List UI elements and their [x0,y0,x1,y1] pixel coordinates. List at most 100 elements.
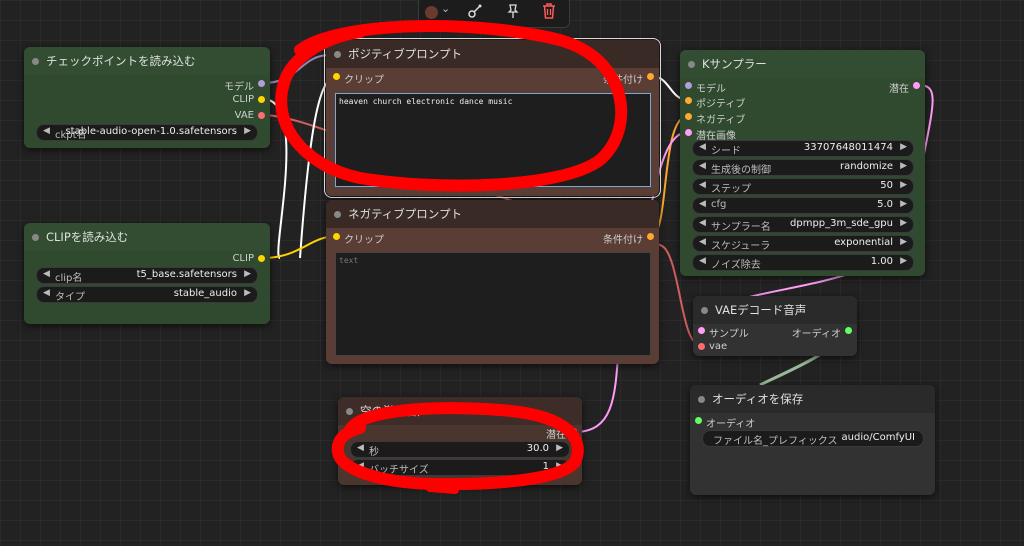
arrow-left-icon[interactable]: ◀ [699,161,706,171]
collapse-dot-icon[interactable] [346,408,353,415]
arrow-left-icon[interactable]: ◀ [43,126,50,136]
pin-icon[interactable] [505,3,521,19]
input-socket-clip[interactable] [333,73,340,80]
widget-label: バッチサイズ [369,465,429,476]
input-label-clip: クリップ [344,75,384,86]
arrow-left-icon[interactable]: ◀ [699,218,706,228]
clip-type-combo[interactable]: ◀ タイプ stable_audio ▶ [36,286,258,303]
arrow-left-icon[interactable]: ◀ [699,199,706,209]
node-title: ポジティブプロンプト [348,47,462,61]
prompt-text-area[interactable]: heaven church electronic dance music [335,93,651,187]
control-after-generate-widget[interactable]: ◀ 生成後の制御 randomize ▶ [692,159,914,176]
seconds-widget[interactable]: ◀ 秒 30.0 ▶ [350,441,570,458]
input-socket-vae[interactable] [698,343,705,350]
node-title-bar[interactable]: チェックポイントを読み込む [24,47,270,75]
output-socket-conditioning[interactable] [647,233,654,240]
sampler-name-widget[interactable]: ◀ サンプラー名 dpmpp_3m_sde_gpu ▶ [692,216,914,233]
steps-widget[interactable]: ◀ ステップ 50 ▶ [692,178,914,195]
node-title-bar[interactable]: CLIPを読み込む [24,223,270,251]
seed-widget[interactable]: ◀ シード 33707648011474 ▶ [692,140,914,157]
arrow-right-icon[interactable]: ▶ [556,461,563,471]
arrow-right-icon[interactable]: ▶ [900,180,907,190]
node-title-bar[interactable]: ネガティブプロンプト [326,200,659,228]
arrow-left-icon[interactable]: ◀ [699,256,706,266]
arrow-left-icon[interactable]: ◀ [699,237,706,247]
arrow-right-icon[interactable]: ▶ [556,443,563,453]
vae-decode-audio-node[interactable]: VAEデコード音声 サンプル vae オーディオ [693,296,857,356]
arrow-left-icon[interactable]: ◀ [699,142,706,152]
arrow-right-icon[interactable]: ▶ [900,142,907,152]
arrow-left-icon[interactable]: ◀ [357,443,364,453]
widget-label: ノイズ除去 [711,260,761,271]
input-socket-latent[interactable] [685,129,692,136]
input-socket-clip[interactable] [333,233,340,240]
node-title-bar[interactable]: ポジティブプロンプト [326,40,659,68]
arrow-left-icon[interactable]: ◀ [699,180,706,190]
input-label-negative: ネガティブ [696,115,746,126]
arrow-right-icon[interactable]: ▶ [900,161,907,171]
input-socket-audio[interactable] [695,417,702,424]
output-socket-conditioning[interactable] [647,73,654,80]
arrow-right-icon[interactable]: ▶ [900,256,907,266]
checkpoint-loader-node[interactable]: チェックポイントを読み込む モデル CLIP VAE ◀ ckpt名 stabl… [24,47,270,148]
widget-label: シード [711,146,741,157]
collapse-dot-icon[interactable] [32,58,39,65]
arrow-left-icon[interactable]: ◀ [357,461,364,471]
denoise-widget[interactable]: ◀ ノイズ除去 1.00 ▶ [692,254,914,271]
widget-label: サンプラー名 [711,222,771,233]
collapse-dot-icon[interactable] [701,307,708,314]
output-socket-vae[interactable] [258,112,265,119]
save-audio-node[interactable]: オーディオを保存 オーディオ ファイル名_プレフィックス audio/Comfy… [690,385,935,495]
prompt-text-area[interactable]: text [335,252,651,356]
input-socket-negative[interactable] [685,113,692,120]
ksampler-node[interactable]: Kサンプラー モデル ポジティブ ネガティブ 潜在画像 潜在 ◀ シード 33707… [680,50,925,276]
output-socket-clip[interactable] [258,255,265,262]
batch-size-widget[interactable]: ◀ バッチサイズ 1 ▶ [350,459,570,476]
color-picker-button[interactable]: ⌄ [425,2,455,21]
node-title-bar[interactable]: VAEデコード音声 [693,296,857,324]
node-title-bar[interactable]: オーディオを保存 [690,385,935,413]
collapse-dot-icon[interactable] [32,234,39,241]
arrow-right-icon[interactable]: ▶ [900,218,907,228]
negative-prompt-node[interactable]: ネガティブプロンプト クリップ 条件付け text [326,200,659,364]
positive-prompt-node[interactable]: ポジティブプロンプト クリップ 条件付け heaven church elect… [324,38,661,198]
scheduler-widget[interactable]: ◀ スケジューラ exponential ▶ [692,235,914,252]
output-socket-latent[interactable] [570,428,577,435]
bypass-icon[interactable] [467,3,483,19]
collapse-dot-icon[interactable] [334,211,341,218]
clip-name-combo[interactable]: ◀ clip名 t5_base.safetensors ▶ [36,267,258,284]
input-label-model: モデル [696,84,726,95]
arrow-left-icon[interactable]: ◀ [43,269,50,279]
arrow-right-icon[interactable]: ▶ [244,126,251,136]
arrow-right-icon[interactable]: ▶ [244,288,251,298]
input-socket-positive[interactable] [685,97,692,104]
output-socket-latent[interactable] [913,82,920,89]
input-label-clip: クリップ [344,235,384,246]
clip-loader-node[interactable]: CLIPを読み込む CLIP ◀ clip名 t5_base.safetenso… [24,223,270,324]
arrow-right-icon[interactable]: ▶ [244,269,251,279]
collapse-dot-icon[interactable] [688,61,695,68]
cfg-widget[interactable]: ◀ cfg 5.0 ▶ [692,197,914,214]
collapse-dot-icon[interactable] [334,51,341,58]
input-socket-model[interactable] [685,82,692,89]
node-title-bar[interactable]: Kサンプラー [680,50,925,78]
node-title: Kサンプラー [702,57,767,71]
widget-value: randomize [840,161,893,172]
node-title-bar[interactable]: 空の潜在音声 [338,397,582,425]
delete-icon[interactable] [541,2,557,20]
empty-latent-audio-node[interactable]: 空の潜在音声 潜在 ◀ 秒 30.0 ▶ ◀ バッチサイズ 1 ▶ [338,397,582,485]
output-socket-model[interactable] [258,80,265,87]
node-toolbar: ⌄ [418,0,570,28]
filename-prefix-input[interactable]: ファイル名_プレフィックス audio/ComfyUI [702,430,924,447]
input-socket-samples[interactable] [698,327,705,334]
collapse-dot-icon[interactable] [698,396,705,403]
arrow-right-icon[interactable]: ▶ [900,237,907,247]
output-socket-clip[interactable] [258,96,265,103]
output-socket-audio[interactable] [845,327,852,334]
widget-value: audio/ComfyUI [841,432,915,443]
ckpt-name-combo[interactable]: ◀ ckpt名 stable-audio-open-1.0.safetensor… [36,124,258,141]
placeholder-text: text [339,256,359,265]
arrow-left-icon[interactable]: ◀ [43,288,50,298]
arrow-right-icon[interactable]: ▶ [900,199,907,209]
widget-value: stable_audio [173,288,237,299]
